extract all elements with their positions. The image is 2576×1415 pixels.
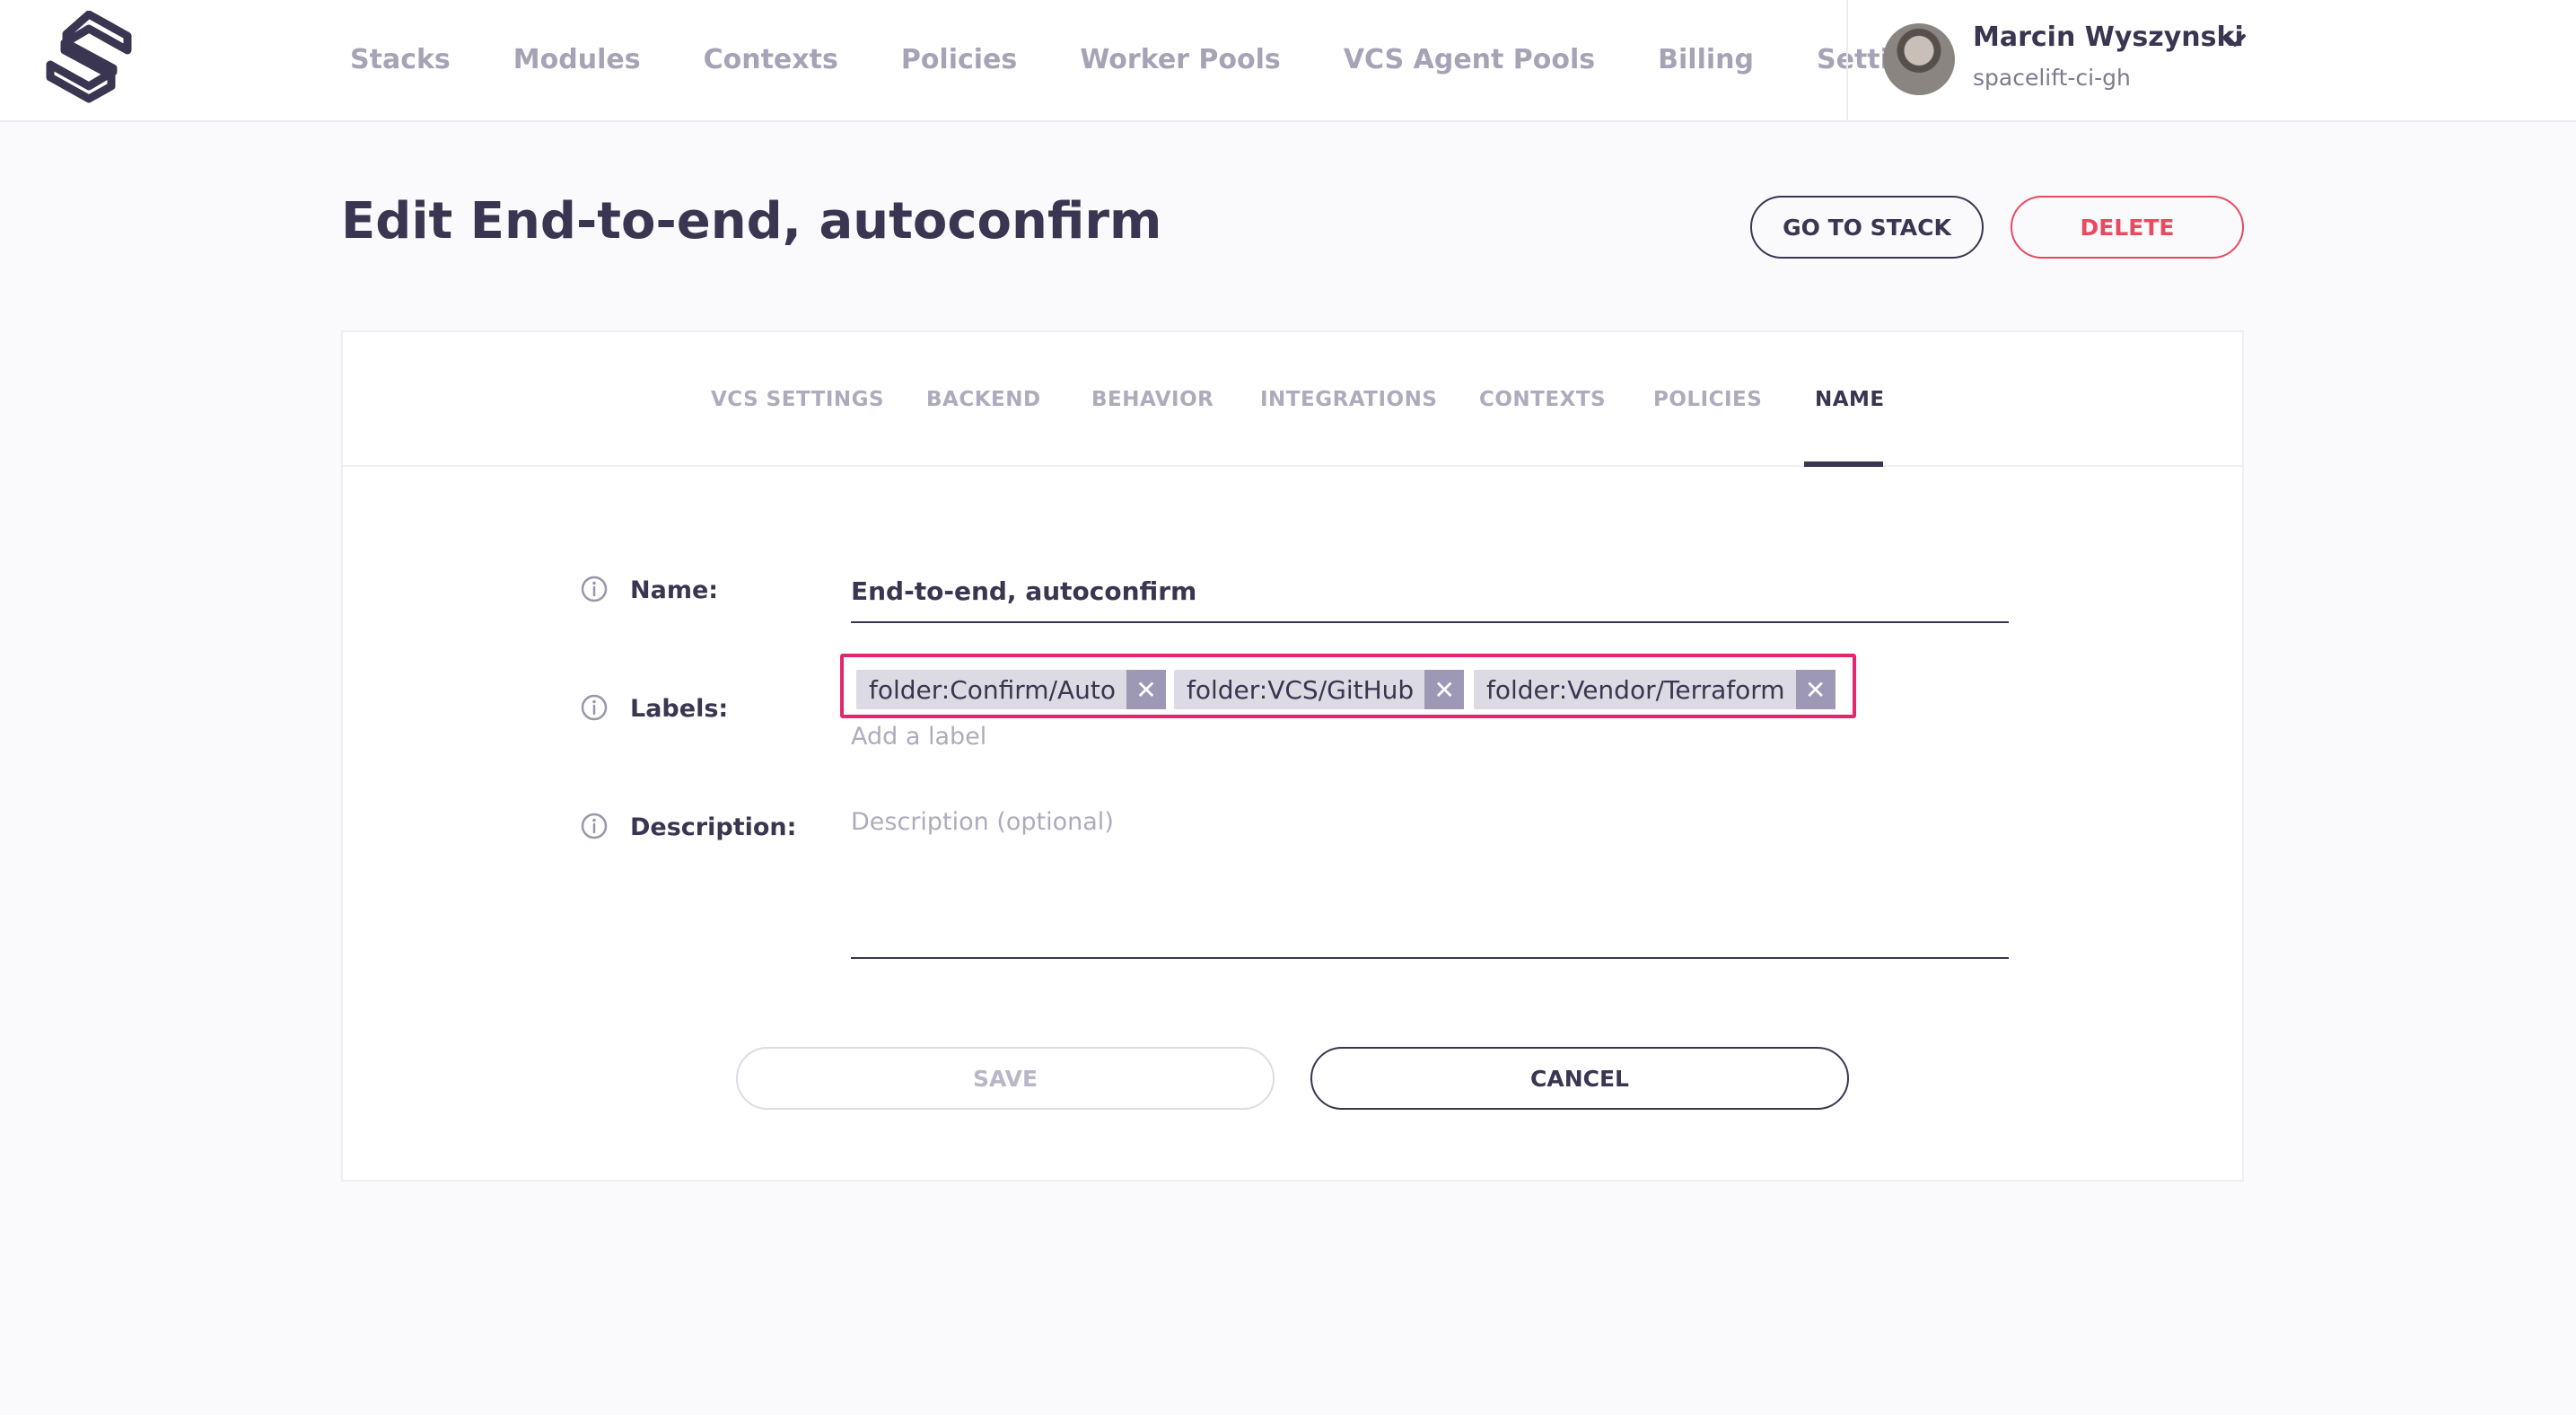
label-chip: folder:Vendor/Terraform ✕ [1474, 670, 1836, 709]
edit-stack-card: VCS SETTINGS BACKEND BEHAVIOR INTEGRATIO… [341, 330, 2244, 1182]
add-label-input[interactable] [851, 718, 1300, 754]
description-field[interactable] [851, 808, 2009, 959]
nav-item-worker-pools[interactable]: Worker Pools [1080, 44, 1281, 75]
nav-item-modules[interactable]: Modules [513, 44, 641, 75]
active-tab-indicator [1804, 461, 1883, 467]
label-chip-text: folder:Confirm/Auto [869, 674, 1117, 705]
tab-integrations[interactable]: INTEGRATIONS [1260, 388, 1437, 411]
nav-item-contexts[interactable]: Contexts [704, 44, 838, 75]
name-field[interactable]: End-to-end, autoconfirm [851, 576, 1196, 606]
user-org: spacelift-ci-gh [1973, 65, 2131, 91]
info-icon[interactable] [580, 693, 609, 722]
nav-item-policies[interactable]: Policies [901, 44, 1017, 75]
save-button[interactable]: SAVE [736, 1047, 1275, 1110]
label-chip: folder:Confirm/Auto ✕ [856, 670, 1167, 709]
spacelift-logo[interactable] [45, 11, 133, 110]
label-chip-text: folder:VCS/GitHub [1187, 674, 1415, 705]
cancel-button[interactable]: CANCEL [1310, 1047, 1849, 1110]
close-icon[interactable]: ✕ [1795, 670, 1836, 709]
name-field-underline [851, 621, 2009, 623]
page-title: Edit End-to-end, autoconfirm [341, 192, 1162, 250]
nav-item-stacks[interactable]: Stacks [350, 44, 451, 75]
close-icon[interactable]: ✕ [1126, 670, 1167, 709]
description-label: Description: [630, 813, 797, 841]
close-icon[interactable]: ✕ [1424, 670, 1465, 709]
tab-behavior[interactable]: BEHAVIOR [1091, 388, 1214, 411]
go-to-stack-button[interactable]: GO TO STACK [1750, 196, 1984, 259]
name-label: Name: [630, 576, 719, 604]
nav-item-vcs-agent-pools[interactable]: VCS Agent Pools [1344, 44, 1595, 75]
avatar[interactable] [1883, 23, 1955, 95]
tab-backend[interactable]: BACKEND [926, 388, 1041, 411]
tab-name[interactable]: NAME [1815, 388, 1885, 411]
main-nav: Stacks Modules Contexts Policies Worker … [350, 0, 2007, 119]
nav-item-billing[interactable]: Billing [1658, 44, 1754, 75]
label-chip: folder:VCS/GitHub ✕ [1174, 670, 1465, 709]
tab-contexts[interactable]: CONTEXTS [1479, 388, 1606, 411]
tab-bar: VCS SETTINGS BACKEND BEHAVIOR INTEGRATIO… [343, 332, 2242, 467]
tab-vcs-settings[interactable]: VCS SETTINGS [711, 388, 884, 411]
tab-policies[interactable]: POLICIES [1653, 388, 1762, 411]
delete-button[interactable]: DELETE [2011, 196, 2244, 259]
info-icon[interactable] [580, 812, 609, 840]
nav-divider [1846, 0, 1848, 122]
user-name: Marcin Wyszynski [1973, 22, 2244, 53]
chevron-down-icon[interactable] [2222, 31, 2247, 50]
label-chip-text: folder:Vendor/Terraform [1486, 674, 1785, 705]
info-icon[interactable] [580, 575, 609, 603]
top-navigation-bar: Stacks Modules Contexts Policies Worker … [0, 0, 2576, 122]
labels-label: Labels: [630, 695, 729, 723]
